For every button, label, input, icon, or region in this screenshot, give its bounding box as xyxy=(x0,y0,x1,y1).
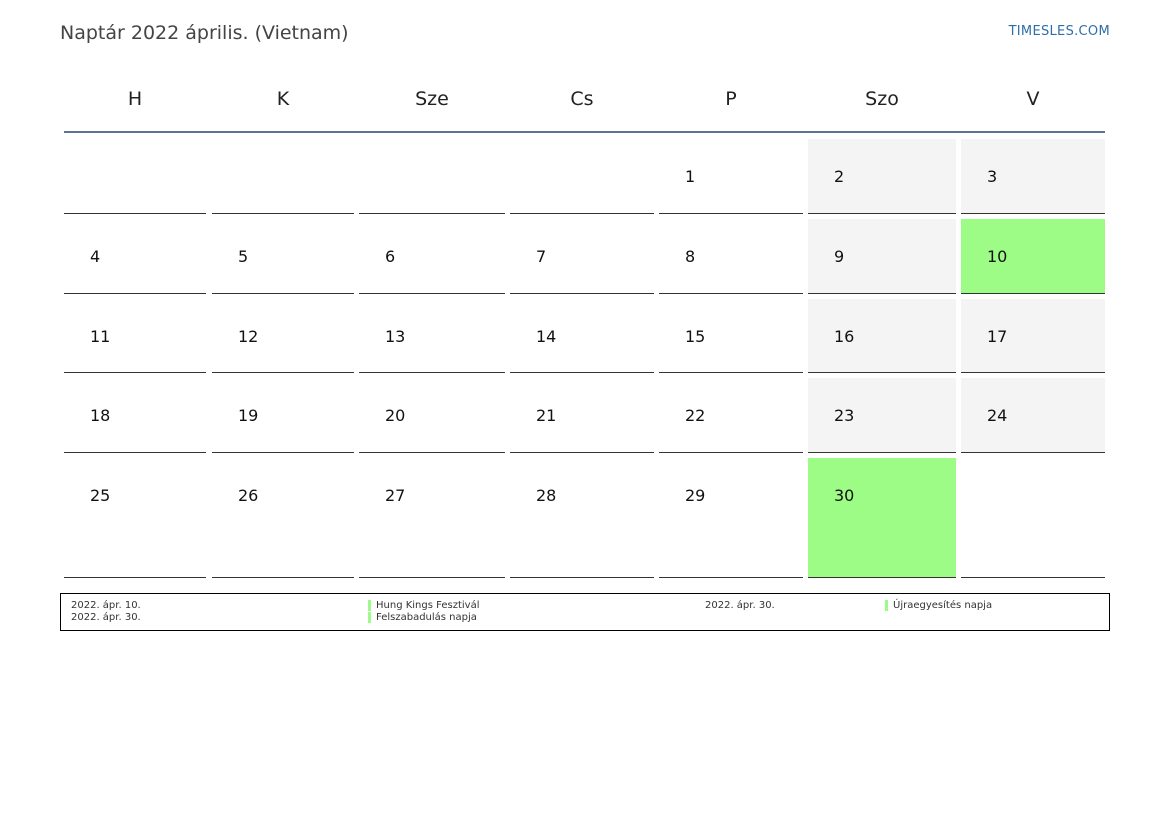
weekday-header-row: H K Sze Cs P Szo V xyxy=(64,84,1105,114)
weekday-header: P xyxy=(725,88,737,110)
day-cell[interactable]: 4 xyxy=(64,219,206,294)
legend-holiday-name: Felszabadulás napja xyxy=(376,612,477,623)
day-cell[interactable]: 10 xyxy=(961,219,1105,294)
day-cell[interactable]: 5 xyxy=(212,219,354,294)
day-cell[interactable]: 29 xyxy=(659,458,803,578)
day-cell[interactable]: 6 xyxy=(359,219,505,294)
weekday-header: K xyxy=(276,88,290,110)
weekday-header: V xyxy=(1026,88,1040,110)
holiday-color-marker xyxy=(885,600,888,611)
day-cell[interactable]: 3 xyxy=(961,139,1105,214)
empty-day-cell xyxy=(510,139,654,214)
day-cell[interactable]: 20 xyxy=(359,378,505,453)
day-cell[interactable]: 16 xyxy=(808,299,956,373)
day-cell[interactable]: 12 xyxy=(212,299,354,373)
day-cell[interactable]: 8 xyxy=(659,219,803,294)
day-cell[interactable]: 15 xyxy=(659,299,803,373)
day-number: 11 xyxy=(90,327,111,346)
day-cell[interactable]: 30 xyxy=(808,458,956,578)
legend-date: 2022. ápr. 30. xyxy=(705,600,775,611)
day-number: 8 xyxy=(685,247,696,266)
day-number: 15 xyxy=(685,327,706,346)
day-number: 4 xyxy=(90,247,101,266)
day-cell[interactable]: 25 xyxy=(64,458,206,578)
day-cell[interactable]: 22 xyxy=(659,378,803,453)
day-number: 13 xyxy=(385,327,406,346)
page-title: Naptár 2022 április. (Vietnam) xyxy=(60,22,349,44)
day-number: 30 xyxy=(834,486,855,505)
day-cell[interactable]: 26 xyxy=(212,458,354,578)
day-number: 24 xyxy=(987,406,1008,425)
weekday-header: H xyxy=(127,88,143,110)
empty-day-cell xyxy=(359,139,505,214)
day-cell[interactable]: 1 xyxy=(659,139,803,214)
legend-date: 2022. ápr. 10. xyxy=(71,600,141,611)
brand-link[interactable]: TIMESLES.COM xyxy=(1009,24,1110,39)
header-divider xyxy=(64,131,1105,133)
day-cell[interactable]: 23 xyxy=(808,378,956,453)
day-number: 29 xyxy=(685,486,706,505)
day-number: 9 xyxy=(834,247,845,266)
day-cell[interactable]: 17 xyxy=(961,299,1105,373)
day-cell[interactable]: 11 xyxy=(64,299,206,373)
day-number: 28 xyxy=(536,486,557,505)
legend-holiday-name: Hung Kings Fesztivál xyxy=(376,600,480,611)
legend-date: 2022. ápr. 30. xyxy=(71,612,141,623)
day-number: 23 xyxy=(834,406,855,425)
day-cell[interactable]: 14 xyxy=(510,299,654,373)
holiday-color-marker xyxy=(368,612,371,623)
day-number: 1 xyxy=(685,167,696,186)
day-number: 27 xyxy=(385,486,406,505)
holiday-legend: 2022. ápr. 10. 2022. ápr. 30. Hung Kings… xyxy=(60,593,1110,631)
day-number: 14 xyxy=(536,327,557,346)
weekday-header: Szo xyxy=(865,88,899,110)
holiday-color-marker xyxy=(368,600,371,611)
day-number: 21 xyxy=(536,406,557,425)
day-number: 22 xyxy=(685,406,706,425)
day-number: 20 xyxy=(385,406,406,425)
day-cell[interactable]: 18 xyxy=(64,378,206,453)
weekday-header: Cs xyxy=(570,88,594,110)
day-cell[interactable]: 19 xyxy=(212,378,354,453)
day-cell[interactable]: 24 xyxy=(961,378,1105,453)
day-number: 2 xyxy=(834,167,845,186)
day-number: 5 xyxy=(238,247,249,266)
legend-holiday-name: Újraegyesítés napja xyxy=(893,600,993,611)
day-number: 12 xyxy=(238,327,259,346)
day-cell[interactable]: 13 xyxy=(359,299,505,373)
weekday-header: Sze xyxy=(415,88,449,110)
day-cell[interactable]: 28 xyxy=(510,458,654,578)
day-number: 25 xyxy=(90,486,111,505)
day-number: 3 xyxy=(987,167,998,186)
day-number: 16 xyxy=(834,327,855,346)
empty-day-cell xyxy=(961,458,1105,578)
day-cell[interactable]: 27 xyxy=(359,458,505,578)
day-cell[interactable]: 2 xyxy=(808,139,956,214)
day-number: 26 xyxy=(238,486,259,505)
empty-day-cell xyxy=(64,139,206,214)
day-number: 6 xyxy=(385,247,396,266)
empty-day-cell xyxy=(212,139,354,214)
day-number: 19 xyxy=(238,406,259,425)
day-number: 7 xyxy=(536,247,547,266)
day-cell[interactable]: 21 xyxy=(510,378,654,453)
day-cell[interactable]: 7 xyxy=(510,219,654,294)
day-number: 10 xyxy=(987,247,1008,266)
day-number: 17 xyxy=(987,327,1008,346)
day-cell[interactable]: 9 xyxy=(808,219,956,294)
day-number: 18 xyxy=(90,406,111,425)
